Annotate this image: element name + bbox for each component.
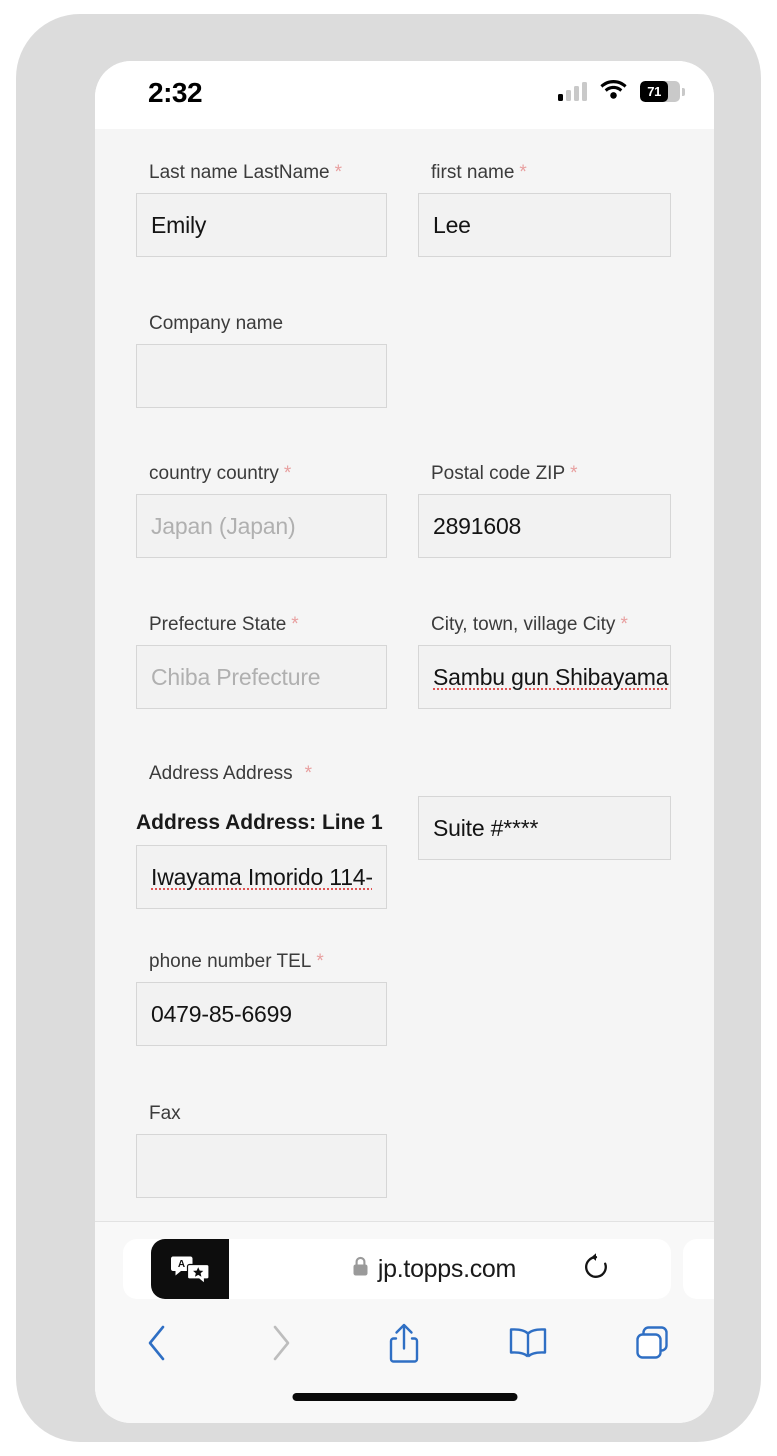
country-label: country country *	[149, 463, 292, 484]
company-name-label: Company name	[149, 313, 284, 334]
status-bar: 2:32 71	[95, 61, 714, 129]
phone-number-label: phone number TEL *	[149, 951, 324, 972]
bookmarks-button[interactable]	[466, 1326, 590, 1365]
city-input[interactable]: Sambu gun Shibayama	[418, 645, 671, 709]
address-line-2-value: Suite #****	[433, 814, 539, 841]
last-name-input[interactable]: Emily	[136, 193, 387, 257]
forward-button	[219, 1323, 343, 1368]
reload-icon	[581, 1252, 611, 1287]
address-line-2-input[interactable]: Suite #****	[418, 796, 671, 860]
prefecture-select[interactable]: Chiba Prefecture	[136, 645, 387, 709]
svg-text:A: A	[178, 1259, 185, 1270]
book-icon	[508, 1326, 548, 1365]
device-frame: 2:32 71 Last name LastName * Emily first…	[16, 14, 761, 1442]
reload-button[interactable]	[581, 1239, 611, 1299]
back-button[interactable]	[95, 1323, 219, 1368]
country-select[interactable]: Japan (Japan)	[136, 494, 387, 558]
prefecture-value: Chiba Prefecture	[151, 663, 321, 690]
browser-chrome: A jp.topps.com	[95, 1221, 714, 1423]
home-indicator	[292, 1393, 517, 1401]
battery-icon: 71	[640, 81, 685, 102]
city-label: City, town, village City *	[431, 614, 628, 635]
postal-code-value: 2891608	[433, 512, 522, 539]
first-name-value: Lee	[433, 211, 471, 238]
fax-label: Fax	[149, 1103, 181, 1124]
address-line-1-input[interactable]: Iwayama Imorido 114-	[136, 845, 387, 909]
status-bar-indicators: 71	[558, 79, 685, 104]
lock-icon	[352, 1256, 369, 1282]
url-label: jp.topps.com	[377, 1254, 517, 1283]
translate-icon[interactable]: A	[151, 1239, 229, 1299]
share-icon	[387, 1322, 421, 1369]
phone-number-value: 0479-85-6699	[151, 1000, 292, 1027]
phone-number-input[interactable]: 0479-85-6699	[136, 982, 387, 1046]
checkout-address-form: Last name LastName * Emily first name * Le…	[95, 129, 714, 1221]
first-name-label: first name *	[431, 162, 527, 183]
url-bar-row: A jp.topps.com	[95, 1239, 714, 1299]
postal-code-label: Postal code ZIP *	[431, 463, 578, 484]
chevron-left-icon	[144, 1323, 170, 1368]
country-value: Japan (Japan)	[151, 512, 296, 539]
last-name-value: Emily	[151, 211, 207, 238]
city-value: Sambu gun Shibayama	[433, 663, 669, 690]
address-line-1-value: Iwayama Imorido 114-	[151, 863, 373, 890]
fax-input[interactable]	[136, 1134, 387, 1198]
tabs-button[interactable]	[590, 1324, 714, 1367]
battery-percent-label: 71	[647, 84, 662, 99]
device-screen: 2:32 71 Last name LastName * Emily first…	[95, 61, 714, 1423]
url-text-area[interactable]: jp.topps.com	[229, 1239, 639, 1299]
tabs-icon	[634, 1324, 670, 1367]
first-name-input[interactable]: Lee	[418, 193, 671, 257]
browser-toolbar	[95, 1314, 714, 1376]
prefecture-label: Prefecture State *	[149, 614, 299, 635]
cellular-signal-icon	[558, 82, 587, 101]
chevron-right-icon	[268, 1323, 294, 1368]
company-name-input[interactable]	[136, 344, 387, 408]
adjacent-tab-card[interactable]	[683, 1239, 714, 1299]
share-button[interactable]	[343, 1322, 467, 1369]
address-label: Address Address *	[149, 763, 313, 784]
last-name-label: Last name LastName *	[149, 162, 342, 183]
address-line-1-label: Address Address: Line 1	[136, 811, 383, 834]
url-bar[interactable]: A jp.topps.com	[123, 1239, 671, 1299]
wifi-icon	[600, 79, 627, 104]
postal-code-input[interactable]: 2891608	[418, 494, 671, 558]
status-bar-time: 2:32	[148, 77, 203, 108]
